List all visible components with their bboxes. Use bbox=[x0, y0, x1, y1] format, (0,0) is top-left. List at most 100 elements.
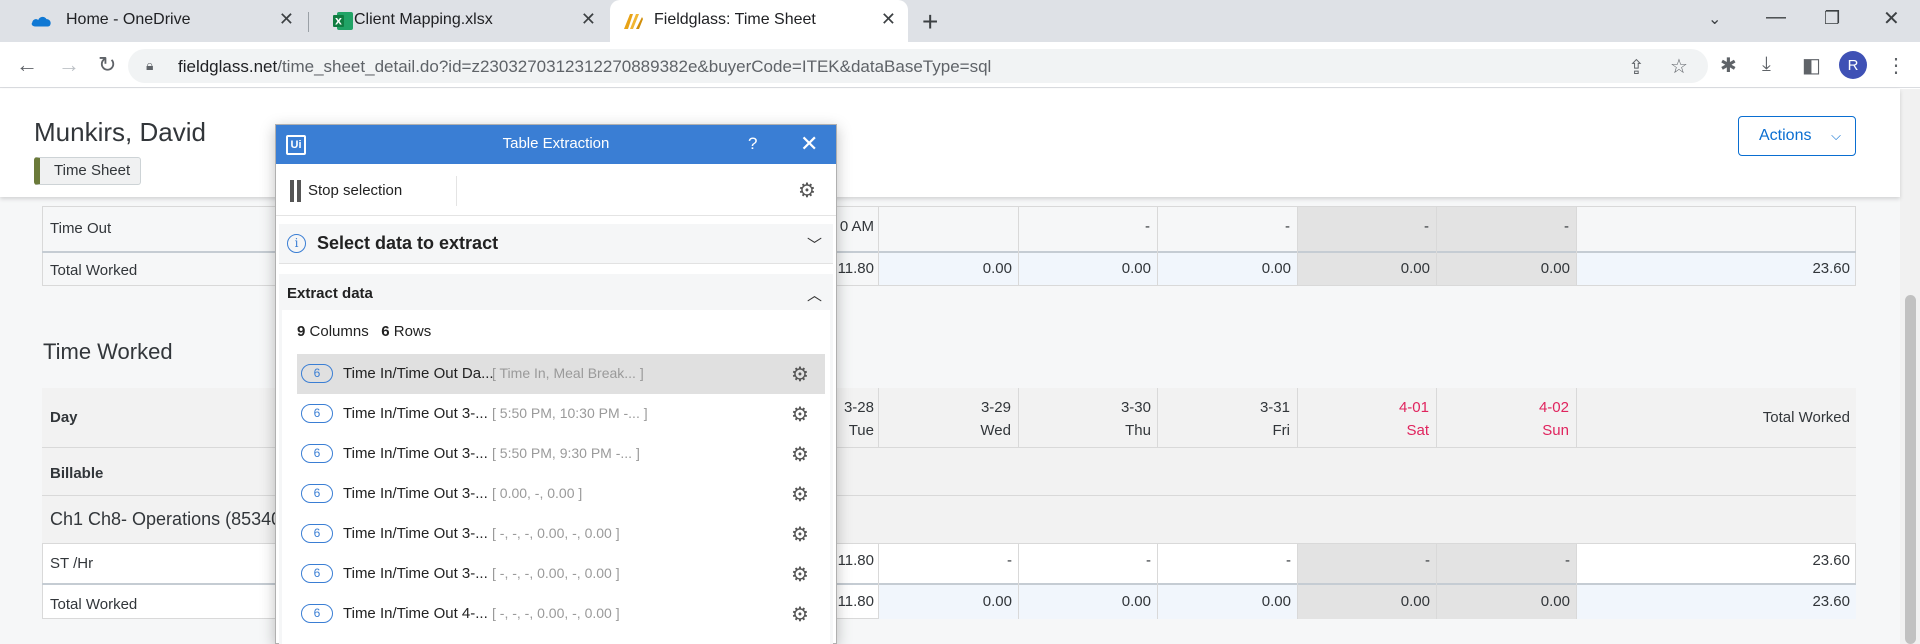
column-preview: [ 5:50 PM, 9:30 PM -... ] bbox=[492, 445, 640, 461]
tab-title: Client Mapping.xlsx bbox=[354, 11, 493, 28]
close-icon[interactable]: ✕ bbox=[800, 131, 818, 157]
tab-title: Home - OneDrive bbox=[66, 11, 191, 28]
rows-label: Rows bbox=[393, 323, 432, 340]
share-icon[interactable]: ⇪ bbox=[1628, 55, 1645, 80]
total-worked-cell: 0.00 bbox=[1540, 260, 1570, 277]
column-name: Time In/Time Out 3-... bbox=[343, 445, 488, 462]
column-settings-gear-icon[interactable]: ⚙ bbox=[791, 602, 809, 627]
day-date: 3-29 bbox=[980, 399, 1011, 416]
st-hr-cell: - bbox=[1565, 552, 1570, 569]
day-dow: Wed bbox=[980, 422, 1011, 439]
extracted-column-item[interactable]: 6 Time In/Time Out 4-... [ -, -, -, 0.00… bbox=[297, 594, 825, 634]
column-count-badge: 6 bbox=[301, 484, 333, 503]
extracted-column-item[interactable]: 6 Time In/Time Out Da... [ Time In, Meal… bbox=[297, 354, 825, 394]
minimize-icon[interactable]: — bbox=[1766, 6, 1786, 29]
close-icon[interactable]: ✕ bbox=[279, 9, 294, 30]
chevron-up-icon[interactable]: ︿ bbox=[807, 284, 822, 305]
extracted-column-item[interactable]: 6 Time In/Time Out 3-... [ 0.00, -, 0.00… bbox=[297, 474, 825, 514]
tab-onedrive[interactable]: Home - OneDrive ✕ bbox=[8, 0, 306, 42]
download-icon[interactable]: ⤓ bbox=[1762, 53, 1771, 76]
column-preview: [ -, -, -, 0.00, -, 0.00 ] bbox=[492, 565, 620, 581]
day-date: 3-31 bbox=[1259, 399, 1290, 416]
extract-data-body: 9 Columns 6 Rows 6 Time In/Time Out Da..… bbox=[282, 310, 830, 644]
column-settings-gear-icon[interactable]: ⚙ bbox=[791, 482, 809, 507]
column-preview: [ 5:50 PM, 10:30 PM -... ] bbox=[492, 405, 648, 421]
chevron-down-icon: ⌵ bbox=[1831, 128, 1841, 143]
column-preview: [ Time In, Meal Break... ] bbox=[492, 365, 644, 381]
column-preview: [ 0.00, -, 0.00 ] bbox=[492, 485, 583, 501]
column-settings-gear-icon[interactable]: ⚙ bbox=[791, 522, 809, 547]
extensions-puzzle-icon[interactable]: ✱ bbox=[1720, 53, 1737, 78]
url-text: fieldglass.net/time_sheet_detail.do?id=z… bbox=[178, 57, 991, 77]
extracted-column-item[interactable]: 6 Time In/Time Out 3-... [ -, -, -, 0.00… bbox=[297, 514, 825, 554]
column-count-badge: 6 bbox=[301, 404, 333, 423]
time-out-label: Time Out bbox=[50, 220, 112, 237]
reload-icon[interactable]: ↻ bbox=[98, 52, 116, 78]
tab-client-mapping[interactable]: X Client Mapping.xlsx ✕ bbox=[310, 0, 608, 42]
column-count-badge: 6 bbox=[301, 364, 333, 383]
select-data-label: Select data to extract bbox=[317, 233, 499, 253]
close-icon[interactable]: ✕ bbox=[881, 9, 896, 30]
extracted-column-item[interactable]: 6 Time In/Time Out 3-... [ 5:50 PM, 10:3… bbox=[297, 394, 825, 434]
dialog-toolbar: Stop selection ⚙ bbox=[276, 164, 836, 216]
restore-icon[interactable]: ❐ bbox=[1824, 8, 1840, 29]
total-worked-cell: 0.00 bbox=[982, 260, 1012, 277]
total-worked-cell: 0.00 bbox=[1121, 260, 1151, 277]
day-dow: Sat bbox=[1406, 422, 1429, 439]
column-preview: [ -, -, -, 0.00, -, 0.00 ] bbox=[492, 525, 620, 541]
st-hr-cell: - bbox=[1286, 552, 1291, 569]
total-worked-cell: 0.00 bbox=[1540, 593, 1570, 610]
time-sheet-badge: Time Sheet bbox=[34, 157, 142, 185]
extracted-column-item[interactable]: 6 Time In/Time Out 3-... [ -, -, -, 0.00… bbox=[297, 554, 825, 594]
onedrive-icon bbox=[31, 16, 51, 27]
help-icon[interactable]: ? bbox=[748, 134, 757, 154]
column-count-badge: 6 bbox=[301, 564, 333, 583]
total-worked-cell: 0.00 bbox=[1261, 260, 1291, 277]
settings-gear-icon[interactable]: ⚙ bbox=[798, 178, 816, 203]
stop-selection-button[interactable]: Stop selection bbox=[276, 164, 456, 216]
new-tab-plus-icon[interactable]: + bbox=[922, 6, 938, 38]
scrollbar-thumb[interactable] bbox=[1905, 295, 1916, 644]
address-bar: ← → ↻ 🔒︎ fieldglass.net/time_sheet_detai… bbox=[0, 42, 1920, 88]
more-menu-icon[interactable]: ⋮ bbox=[1886, 53, 1906, 78]
select-data-panel[interactable]: i Select data to extract ﹀ bbox=[279, 224, 833, 264]
tab-fieldglass[interactable]: Fieldglass: Time Sheet ✕ bbox=[610, 0, 908, 42]
time-out-cell: - bbox=[1145, 218, 1150, 235]
st-hr-cell: - bbox=[1007, 552, 1012, 569]
chevron-down-icon[interactable]: ﹀ bbox=[807, 234, 822, 255]
url-field[interactable]: 🔒︎ fieldglass.net/time_sheet_detail.do?i… bbox=[128, 49, 1708, 83]
url-host: fieldglass.net bbox=[178, 57, 278, 76]
billable-label: Billable bbox=[50, 465, 104, 482]
total-worked-cell: 0.00 bbox=[982, 593, 1012, 610]
day-date: 3-30 bbox=[1120, 399, 1151, 416]
actions-button[interactable]: Actions ⌵ bbox=[1738, 116, 1856, 156]
dialog-titlebar[interactable]: Ui Table Extraction ? ✕ bbox=[276, 125, 836, 164]
browser-tab-bar: Home - OneDrive ✕ X Client Mapping.xlsx … bbox=[0, 0, 1920, 42]
day-dow: Fri bbox=[1272, 422, 1291, 439]
day-dow: Sun bbox=[1542, 422, 1569, 439]
tab-search-chevron-icon[interactable]: ⌄ bbox=[1708, 9, 1721, 29]
st-hr-cell: - bbox=[1146, 552, 1151, 569]
close-icon[interactable]: ✕ bbox=[581, 9, 596, 30]
back-arrow-icon[interactable]: ← bbox=[16, 52, 38, 78]
column-settings-gear-icon[interactable]: ⚙ bbox=[791, 562, 809, 587]
fieldglass-icon bbox=[624, 14, 643, 29]
day-header-label: Day bbox=[50, 409, 78, 426]
window-close-icon[interactable]: ✕ bbox=[1883, 6, 1900, 31]
column-name: Time In/Time Out 3-... bbox=[343, 565, 488, 582]
forward-arrow-icon[interactable]: → bbox=[58, 52, 80, 78]
day-date: 4-01 bbox=[1398, 399, 1429, 416]
avatar[interactable]: R bbox=[1839, 51, 1867, 79]
extracted-column-item[interactable]: 6 Time In/Time Out 3-... [ 5:50 PM, 9:30… bbox=[297, 434, 825, 474]
column-settings-gear-icon[interactable]: ⚙ bbox=[791, 362, 809, 387]
extract-data-label: Extract data bbox=[287, 285, 373, 302]
bookmark-star-icon[interactable]: ☆ bbox=[1670, 54, 1688, 79]
column-name: Time In/Time Out Da... bbox=[343, 365, 494, 382]
side-panel-icon[interactable]: ◧ bbox=[1802, 53, 1821, 78]
svg-text:X: X bbox=[335, 18, 342, 28]
st-hr-label: ST /Hr bbox=[50, 555, 94, 572]
column-settings-gear-icon[interactable]: ⚙ bbox=[791, 442, 809, 467]
extract-data-panel: Extract data ︿ 9 Columns 6 Rows 6 Time I… bbox=[279, 274, 833, 644]
column-settings-gear-icon[interactable]: ⚙ bbox=[791, 402, 809, 427]
table-extraction-dialog: Ui Table Extraction ? ✕ Stop selection ⚙… bbox=[275, 124, 837, 644]
